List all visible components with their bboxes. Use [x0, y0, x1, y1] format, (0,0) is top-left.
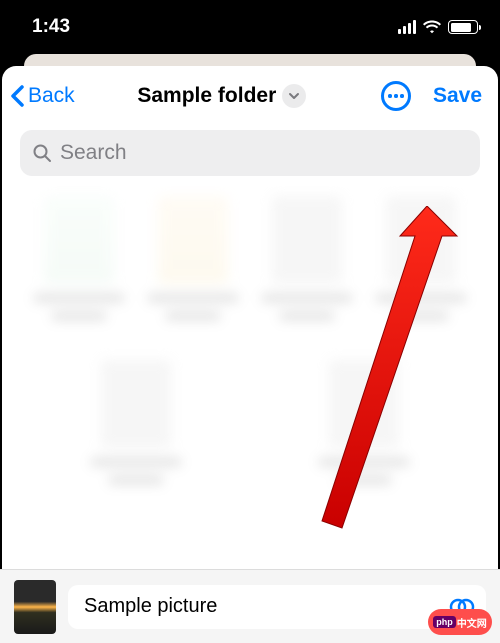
background-sheet: [24, 54, 476, 66]
more-options-button[interactable]: [381, 81, 411, 111]
file-picker-sheet: Back Sample folder Save Search: [2, 66, 498, 569]
page-title: Sample folder: [137, 84, 276, 108]
title-dropdown[interactable]: Sample folder: [63, 84, 381, 108]
search-input[interactable]: Search: [20, 130, 480, 176]
filename-input[interactable]: Sample picture: [68, 585, 486, 629]
status-bar: 1:43: [0, 0, 500, 54]
watermark-badge: php 中文网: [428, 609, 492, 635]
file-thumbnail[interactable]: [14, 580, 56, 634]
navigation-bar: Back Sample folder Save: [2, 66, 498, 126]
filename-text: Sample picture: [84, 595, 217, 618]
ellipsis-icon: [388, 94, 392, 98]
chevron-down-icon: [282, 84, 306, 108]
battery-icon: [448, 20, 478, 34]
cellular-signal-icon: [398, 20, 416, 34]
search-placeholder: Search: [60, 141, 127, 165]
folder-content-grid[interactable]: [2, 186, 498, 569]
save-button[interactable]: Save: [433, 84, 482, 108]
status-icons: [398, 20, 478, 34]
chevron-left-icon: [10, 84, 26, 108]
status-time: 1:43: [32, 16, 70, 38]
search-icon: [32, 143, 52, 163]
wifi-icon: [422, 20, 442, 34]
save-bar: Sample picture: [0, 569, 500, 643]
